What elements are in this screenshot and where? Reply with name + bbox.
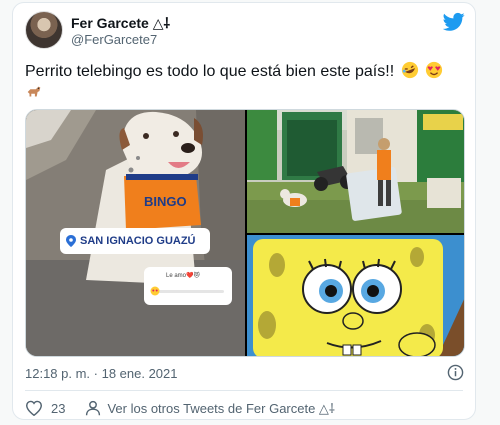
info-icon[interactable] xyxy=(447,364,464,381)
tweet-timestamp[interactable]: 12:18 p. m. · 18 ene. 2021 xyxy=(25,366,178,381)
location-pin-icon xyxy=(66,235,76,247)
rolling-laughing-emoji-icon xyxy=(401,61,418,79)
photo-dog-with-vest[interactable]: BINGO SAN IGNACIO GUAZÚ Le amo❤️😻 xyxy=(26,110,245,356)
author-name[interactable]: Fer Garcete △⸸ xyxy=(71,14,170,33)
slider-question: Le amo❤️😻 xyxy=(166,273,200,279)
like-count: 23 xyxy=(51,400,66,416)
tweet-actions: 23 Ver los otros Tweets de Fer Garcete △… xyxy=(25,399,335,417)
tweet-text: Perrito telebingo es todo lo que está bi… xyxy=(25,61,465,105)
location-sticker: SAN IGNACIO GUAZÚ xyxy=(60,228,210,254)
divider xyxy=(25,390,463,391)
location-label: SAN IGNACIO GUAZÚ xyxy=(80,235,196,247)
street-photo-art xyxy=(247,110,464,233)
like-heart-icon[interactable] xyxy=(25,400,43,416)
tweet-body: Perrito telebingo es todo lo que está bi… xyxy=(25,63,395,80)
photo-spongebob-meme[interactable] xyxy=(247,235,464,356)
vest-label: BINGO xyxy=(144,194,187,209)
media-grid: BINGO SAN IGNACIO GUAZÚ Le amo❤️😻 xyxy=(25,109,465,357)
spongebob-art xyxy=(247,235,464,356)
author-handle[interactable]: @FerGarcete7 xyxy=(71,32,157,47)
slider-track xyxy=(154,290,224,293)
photo-street-scene[interactable] xyxy=(247,110,464,233)
heart-eyes-emoji-icon xyxy=(425,61,443,79)
twitter-bird-icon[interactable] xyxy=(443,12,465,32)
emoji-slider-sticker: Le amo❤️😻 xyxy=(144,267,232,305)
author-avatar[interactable] xyxy=(25,11,63,49)
see-more-tweets-link[interactable]: Ver los otros Tweets de Fer Garcete △⸸ xyxy=(107,399,335,417)
dog-emoji-icon xyxy=(27,86,41,97)
tweet-card: Fer Garcete △⸸ @FerGarcete7 Perrito tele… xyxy=(12,2,476,420)
heart-eyes-cat-icon xyxy=(150,286,160,296)
person-icon xyxy=(86,400,101,416)
